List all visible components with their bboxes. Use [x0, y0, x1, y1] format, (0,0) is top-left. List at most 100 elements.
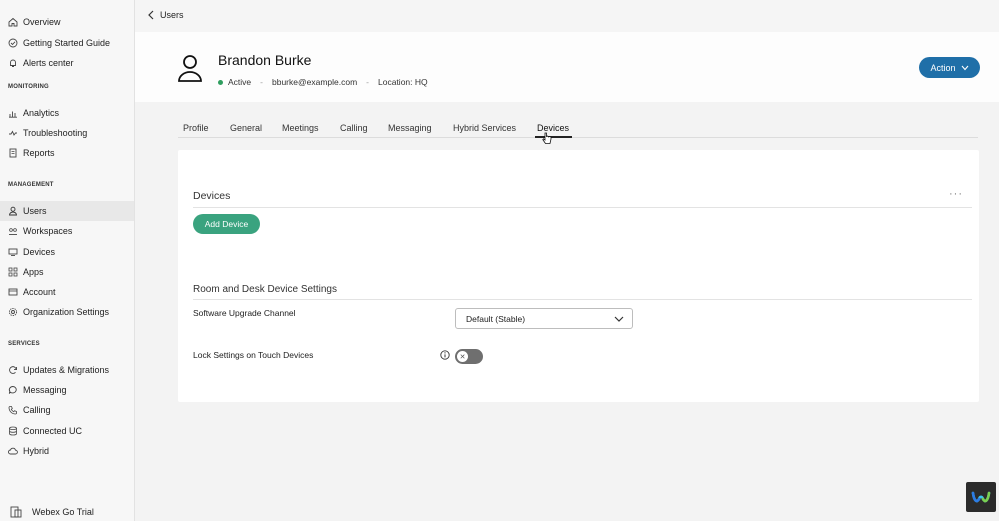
tab-meetings[interactable]: Meetings [282, 123, 319, 133]
sidebar-item-troubleshooting[interactable]: Troubleshooting [0, 123, 134, 143]
devices-section-title: Devices [193, 190, 231, 202]
gear-icon [8, 307, 18, 317]
toggle-off-icon: ✕ [457, 351, 468, 362]
chevron-left-icon [148, 10, 154, 20]
lock-settings-toggle[interactable]: ✕ [455, 349, 483, 364]
workspaces-icon [8, 226, 18, 236]
user-header: Brandon Burke Active - bburke@example.co… [135, 32, 999, 102]
home-icon [8, 17, 18, 27]
refresh-icon [8, 365, 18, 375]
upgrade-channel-label: Software Upgrade Channel [193, 308, 296, 318]
bell-icon [8, 58, 18, 68]
sidebar-item-getting-started[interactable]: Getting Started Guide [0, 33, 134, 53]
sidebar-item-label: Hybrid [23, 446, 50, 456]
devices-card: Devices ··· Add Device Room and Desk Dev… [178, 150, 979, 402]
separator: - [366, 77, 370, 87]
device-settings-title: Room and Desk Device Settings [193, 284, 337, 295]
sidebar-item-alerts-center[interactable]: Alerts center [0, 53, 134, 73]
tab-profile[interactable]: Profile [183, 123, 209, 133]
sidebar-item-label: Analytics [23, 108, 60, 118]
apps-icon [8, 267, 18, 277]
bar-chart-icon [8, 108, 18, 118]
sidebar: Overview Getting Started Guide Alerts ce… [0, 0, 135, 521]
sidebar-item-label: Overview [23, 17, 61, 27]
separator: - [260, 77, 263, 87]
sidebar-item-label: Reports [23, 148, 55, 158]
top-bar: Users [135, 0, 999, 32]
chevron-down-icon [961, 65, 968, 70]
tab-general[interactable]: General [230, 123, 262, 133]
tab-hybrid-services[interactable]: Hybrid Services [453, 123, 516, 133]
database-icon [8, 426, 18, 436]
sidebar-item-overview[interactable]: Overview [0, 12, 134, 32]
breadcrumb[interactable]: Users [147, 10, 184, 20]
sidebar-item-users[interactable]: Users [0, 201, 134, 221]
upgrade-channel-select[interactable]: Default (Stable) [455, 308, 633, 329]
section-label-services: SERVICES [8, 341, 40, 347]
sidebar-item-label: Workspaces [23, 226, 73, 236]
user-email: bburke@example.com [272, 77, 358, 87]
tab-bar: Profile General Meetings Calling Messagi… [178, 120, 978, 138]
upgrade-channel-value: Default (Stable) [466, 313, 526, 324]
sidebar-item-label: Getting Started Guide [23, 38, 111, 48]
sidebar-item-analytics[interactable]: Analytics [0, 103, 134, 123]
trial-icon [10, 506, 22, 518]
info-icon[interactable] [440, 350, 450, 360]
message-icon [8, 385, 18, 395]
trial-indicator[interactable]: Webex Go Trial [10, 506, 94, 518]
trial-label: Webex Go Trial [32, 507, 94, 517]
chevron-down-icon [614, 316, 624, 322]
user-icon [8, 206, 18, 216]
webex-logo-icon [966, 482, 996, 512]
sidebar-item-devices[interactable]: Devices [0, 242, 134, 262]
sidebar-item-label: Organization Settings [23, 307, 110, 317]
sidebar-item-label: Users [23, 206, 47, 216]
sidebar-item-calling[interactable]: Calling [0, 400, 134, 420]
user-meta: Active - bburke@example.com - Location: … [218, 77, 428, 87]
sidebar-item-connected-uc[interactable]: Connected UC [0, 421, 134, 441]
lock-settings-label: Lock Settings on Touch Devices [193, 350, 314, 360]
active-tab-indicator [535, 136, 572, 138]
sidebar-item-hybrid[interactable]: Hybrid [0, 441, 134, 461]
section-label-management: MANAGEMENT [8, 182, 54, 188]
tab-calling[interactable]: Calling [340, 123, 368, 133]
tab-messaging[interactable]: Messaging [388, 123, 432, 133]
sidebar-item-workspaces[interactable]: Workspaces [0, 221, 134, 241]
sidebar-item-label: Alerts center [23, 58, 74, 68]
account-icon [8, 287, 18, 297]
more-options-icon[interactable]: ··· [949, 188, 963, 200]
action-button[interactable]: Action [919, 57, 980, 78]
sidebar-item-label: Updates & Migrations [23, 365, 110, 375]
status-dot [218, 79, 223, 85]
sidebar-item-label: Devices [23, 247, 56, 257]
sidebar-item-label: Account [23, 287, 56, 297]
action-button-label: Action [930, 62, 956, 73]
sidebar-item-updates-migrations[interactable]: Updates & Migrations [0, 360, 134, 380]
sidebar-item-account[interactable]: Account [0, 282, 134, 302]
section-label-monitoring: MONITORING [8, 84, 49, 90]
add-device-button[interactable]: Add Device [193, 214, 260, 234]
sidebar-item-label: Calling [23, 405, 51, 415]
phone-icon [8, 405, 18, 415]
avatar [178, 55, 202, 82]
device-icon [8, 247, 18, 257]
sidebar-item-reports[interactable]: Reports [0, 143, 134, 163]
divider [193, 299, 972, 300]
status-badge: Active [228, 77, 252, 87]
sidebar-item-messaging[interactable]: Messaging [0, 380, 134, 400]
cloud-icon [8, 446, 18, 456]
sidebar-item-label: Troubleshooting [23, 128, 88, 138]
sidebar-item-organization-settings[interactable]: Organization Settings [0, 302, 134, 322]
page-title: Brandon Burke [218, 52, 312, 68]
sidebar-item-label: Connected UC [23, 426, 83, 436]
check-circle-icon [8, 38, 18, 48]
user-location: Location: HQ [378, 77, 428, 87]
breadcrumb-users[interactable]: Users [160, 10, 184, 20]
pulse-icon [8, 128, 18, 138]
sidebar-item-apps[interactable]: Apps [0, 262, 134, 282]
sidebar-item-label: Messaging [23, 385, 67, 395]
report-icon [8, 148, 18, 158]
sidebar-item-label: Apps [23, 267, 44, 277]
divider [193, 207, 972, 208]
pointer-cursor-icon [542, 132, 552, 144]
